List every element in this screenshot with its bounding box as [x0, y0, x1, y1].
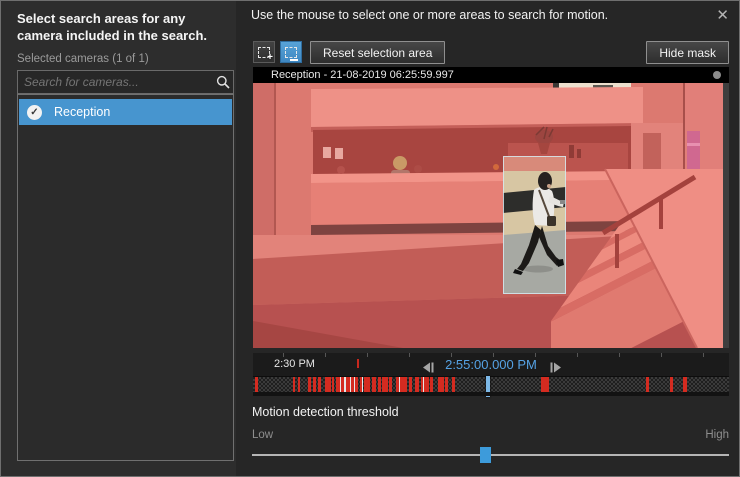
motion-search-dialog: Select search areas for any camera inclu… [0, 0, 740, 477]
motion-segment [452, 377, 455, 392]
hide-mask-button[interactable]: Hide mask [646, 41, 729, 64]
camera-list: ✓ Reception [17, 94, 234, 461]
camera-selection-sidebar: Select search areas for any camera inclu… [1, 1, 236, 476]
threshold-high-label: High [705, 429, 729, 441]
camera-search-box[interactable] [17, 70, 234, 94]
motion-segment [364, 377, 370, 392]
selection-add-icon: + [258, 47, 270, 58]
threshold-slider[interactable] [252, 445, 729, 465]
camera-name: Reception [54, 105, 110, 119]
motion-segment [372, 377, 376, 392]
camera-list-item-reception[interactable]: ✓ Reception [19, 99, 232, 125]
motion-segment [646, 377, 648, 392]
camera-status-dot-icon [713, 71, 721, 79]
motion-segment [255, 377, 257, 392]
motion-selection-area[interactable] [503, 156, 566, 294]
sidebar-header: Select search areas for any camera inclu… [17, 10, 225, 44]
motion-segment-mark [340, 377, 341, 392]
camera-scene [253, 83, 729, 348]
motion-segment [409, 377, 412, 392]
video-title: Reception - 21-08-2019 06:25:59.997 [253, 69, 454, 81]
close-icon[interactable]: ✕ [716, 6, 729, 24]
threshold-slider-handle[interactable] [480, 447, 491, 463]
timeline-track[interactable] [253, 376, 729, 392]
motion-segment [438, 377, 444, 392]
subtract-selection-button[interactable] [280, 41, 302, 63]
motion-segment [396, 377, 407, 392]
motion-segment [415, 377, 419, 392]
motion-segment-mark [344, 377, 345, 392]
motion-segment [318, 377, 321, 392]
motion-segment-mark [350, 377, 351, 392]
timeline-current-time: 2:55:00.000 PM [253, 357, 729, 372]
motion-segment [313, 377, 316, 392]
motion-segment [325, 377, 330, 392]
timeline-track-base [253, 392, 729, 396]
motion-segment-mark [362, 377, 363, 392]
threshold-low-label: Low [252, 429, 273, 441]
motion-segment [332, 377, 334, 392]
motion-segment [683, 377, 686, 392]
video-titlebar: Reception - 21-08-2019 06:25:59.997 [253, 67, 729, 83]
motion-segment-mark [354, 377, 355, 392]
add-selection-button[interactable]: + [253, 41, 275, 63]
camera-selected-check-icon: ✓ [27, 105, 42, 120]
timeline-controls: 2:30 PM 2:55:00.000 PM [253, 353, 729, 376]
motion-segment [378, 377, 381, 392]
motion-segment [430, 377, 433, 392]
motion-segment-mark [399, 377, 400, 392]
camera-search-input[interactable] [18, 75, 213, 89]
reset-selection-area-button[interactable]: Reset selection area [310, 41, 445, 64]
motion-segment [421, 377, 429, 392]
motion-segment [382, 377, 387, 392]
motion-search-main: Use the mouse to select one or more area… [236, 1, 740, 476]
selection-subtract-icon [285, 47, 297, 58]
video-view[interactable] [253, 83, 729, 348]
motion-segment [541, 377, 549, 392]
receptionist-figure [393, 156, 407, 170]
motion-segment [293, 377, 295, 392]
search-icon [213, 75, 233, 89]
motion-segment [308, 377, 310, 392]
motion-segment [445, 377, 448, 392]
motion-segment [670, 377, 672, 392]
motion-segment-mark [423, 377, 424, 392]
motion-segment [298, 377, 300, 392]
instruction-text: Use the mouse to select one or more area… [251, 8, 608, 22]
selected-cameras-count: Selected cameras (1 of 1) [17, 53, 149, 65]
motion-segment [389, 377, 391, 392]
threshold-label: Motion detection threshold [252, 405, 399, 419]
